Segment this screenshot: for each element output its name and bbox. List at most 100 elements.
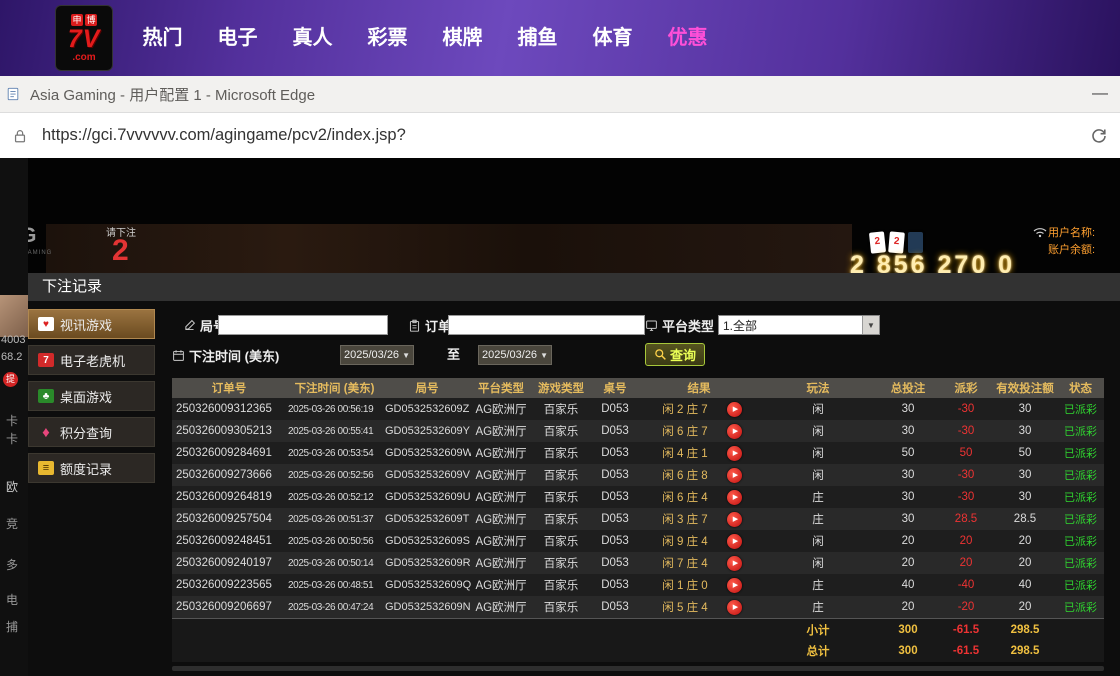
cell-play-type: 庄 xyxy=(759,511,877,527)
cell-total-bet: 30 xyxy=(877,469,939,481)
cell-platform: AG欧洲厅 xyxy=(471,511,531,527)
platform-type-value: 1.全部 xyxy=(719,317,862,334)
cell-bet-time: 2025-03-26 00:53:54 xyxy=(286,448,383,459)
nav-item-promotions[interactable]: 优惠 xyxy=(650,0,725,76)
platform-type-label: 平台类型 xyxy=(645,315,714,335)
logo-top-row: 申 博 xyxy=(71,14,97,26)
chevron-down-icon[interactable]: ▼ xyxy=(862,316,879,334)
cell-table-number: D053 xyxy=(591,425,639,437)
bet-record-row: 250326009305213 2025-03-26 00:55:41 GD05… xyxy=(172,420,1104,442)
platform-list-icon xyxy=(645,319,658,332)
replay-video-button[interactable]: ▶ xyxy=(727,512,742,527)
cell-valid-bet: 30 xyxy=(993,491,1057,503)
sidebar-item-video-games[interactable]: ♥ 视讯游戏 xyxy=(28,309,155,339)
minimize-button[interactable]: — xyxy=(1080,85,1120,103)
col-header-platform: 平台类型 xyxy=(471,380,531,396)
result-score: 闲 6 庄 8 xyxy=(656,467,714,483)
nav-item-slots[interactable]: 电子 xyxy=(200,0,275,76)
background-photo-fragment xyxy=(0,295,28,337)
sidebar-item-label: 额度记录 xyxy=(60,459,112,478)
bet-record-row: 250326009248451 2025-03-26 00:50:56 GD05… xyxy=(172,530,1104,552)
replay-video-button[interactable]: ▶ xyxy=(727,446,742,461)
sidebar-item-points-query[interactable]: ♦ 积分查询 xyxy=(28,417,155,447)
cell-bet-time: 2025-03-26 00:52:12 xyxy=(286,492,383,503)
logo-suffix: .com xyxy=(72,53,95,63)
date-from-picker[interactable]: 2025/03/26 ▼ xyxy=(340,345,414,365)
col-header-game-type: 游戏类型 xyxy=(531,380,591,396)
video-cards-icon: ♥ xyxy=(38,317,54,331)
nav-item-sports[interactable]: 体育 xyxy=(575,0,650,76)
cell-order-number: 250326009305213 xyxy=(172,425,286,437)
cell-round-number: GD0532532609Y xyxy=(383,425,471,437)
cell-total-bet: 20 xyxy=(877,535,939,547)
total-valid-bet: 298.5 xyxy=(993,645,1057,657)
replay-video-button[interactable]: ▶ xyxy=(727,556,742,571)
cell-order-number: 250326009206697 xyxy=(172,601,286,613)
nav-item-lottery[interactable]: 彩票 xyxy=(350,0,425,76)
cell-result: 闲 7 庄 4 ▶ xyxy=(639,555,759,571)
bet-records-panel: 下注记录 ♥ 视讯游戏 7 电子老虎机 ♣ 桌面游戏 ♦ 积分查询 ≡ 额度记录 xyxy=(28,273,1120,676)
cell-payout: 20 xyxy=(939,535,993,547)
cell-play-type: 闲 xyxy=(759,445,877,461)
nav-item-board-games[interactable]: 棋牌 xyxy=(425,0,500,76)
replay-video-button[interactable]: ▶ xyxy=(727,424,742,439)
lock-icon[interactable] xyxy=(12,128,28,144)
left-menu-fragment: 卡 xyxy=(6,430,18,447)
replay-video-button[interactable]: ▶ xyxy=(727,534,742,549)
cell-play-type: 庄 xyxy=(759,489,877,505)
cell-play-type: 庄 xyxy=(759,577,877,593)
replay-video-button[interactable]: ▶ xyxy=(727,402,742,417)
cell-order-number: 250326009223565 xyxy=(172,579,286,591)
nav-item-live[interactable]: 真人 xyxy=(275,0,350,76)
cell-game-type: 百家乐 xyxy=(531,467,591,483)
cell-payout: -30 xyxy=(939,491,993,503)
bet-record-row: 250326009273666 2025-03-26 00:52:56 GD05… xyxy=(172,464,1104,486)
search-button[interactable]: 查询 xyxy=(645,343,705,366)
cell-order-number: 250326009284691 xyxy=(172,447,286,459)
date-to-picker[interactable]: 2025/03/26 ▼ xyxy=(478,345,552,365)
nav-items: 热门 电子 真人 彩票 棋牌 捕鱼 体育 优惠 xyxy=(125,0,725,76)
cell-status-badge: 已派彩 xyxy=(1057,423,1104,439)
nav-item-fishing[interactable]: 捕鱼 xyxy=(500,0,575,76)
panel-title: 下注记录 xyxy=(28,273,1120,301)
replay-video-button[interactable]: ▶ xyxy=(727,600,742,615)
cell-platform: AG欧洲厅 xyxy=(471,423,531,439)
subtotal-total-bet: 300 xyxy=(877,624,939,636)
bet-record-row: 250326009257504 2025-03-26 00:51:37 GD05… xyxy=(172,508,1104,530)
cell-payout: 50 xyxy=(939,447,993,459)
cell-valid-bet: 20 xyxy=(993,557,1057,569)
cell-valid-bet: 20 xyxy=(993,601,1057,613)
sidebar-item-table-games[interactable]: ♣ 桌面游戏 xyxy=(28,381,155,411)
cell-table-number: D053 xyxy=(591,535,639,547)
sidebar-item-slot-machines[interactable]: 7 电子老虎机 xyxy=(28,345,155,375)
horizontal-scrollbar[interactable] xyxy=(172,666,1104,671)
cell-result: 闲 9 庄 4 ▶ xyxy=(639,533,759,549)
address-bar[interactable]: https://gci.7vvvvvv.com/agingame/pcv2/in… xyxy=(42,126,406,145)
cell-payout: -30 xyxy=(939,403,993,415)
nav-item-hot[interactable]: 热门 xyxy=(125,0,200,76)
platform-type-select[interactable]: 1.全部 ▼ xyxy=(718,315,880,335)
balance-label: 账户余额: xyxy=(1048,241,1095,257)
cell-play-type: 闲 xyxy=(759,555,877,571)
refresh-icon[interactable] xyxy=(1090,127,1108,145)
window-title: Asia Gaming - 用户配置 1 - Microsoft Edge xyxy=(30,84,315,105)
subtotal-row: 小计 300 -61.5 298.5 xyxy=(172,618,1104,640)
replay-video-button[interactable]: ▶ xyxy=(727,490,742,505)
cell-bet-time: 2025-03-26 00:47:24 xyxy=(286,602,383,613)
replay-video-button[interactable]: ▶ xyxy=(727,578,742,593)
cell-total-bet: 20 xyxy=(877,601,939,613)
col-header-result: 结果 xyxy=(639,380,759,396)
round-number-input[interactable] xyxy=(218,315,388,335)
site-logo[interactable]: 申 博 7V .com xyxy=(55,5,113,71)
cell-platform: AG欧洲厅 xyxy=(471,445,531,461)
cell-result: 闲 3 庄 7 ▶ xyxy=(639,511,759,527)
order-number-input[interactable] xyxy=(448,315,645,335)
bet-records-table: 订单号 下注时间 (美东) 局号 平台类型 游戏类型 桌号 结果 玩法 总投注 … xyxy=(172,378,1104,662)
replay-video-button[interactable]: ▶ xyxy=(727,468,742,483)
col-header-table-number: 桌号 xyxy=(591,380,639,396)
col-header-total-bet: 总投注 xyxy=(877,380,939,396)
cell-total-bet: 30 xyxy=(877,425,939,437)
cell-play-type: 庄 xyxy=(759,599,877,615)
sidebar-item-credit-records[interactable]: ≡ 额度记录 xyxy=(28,453,155,483)
result-score: 闲 2 庄 7 xyxy=(656,401,714,417)
